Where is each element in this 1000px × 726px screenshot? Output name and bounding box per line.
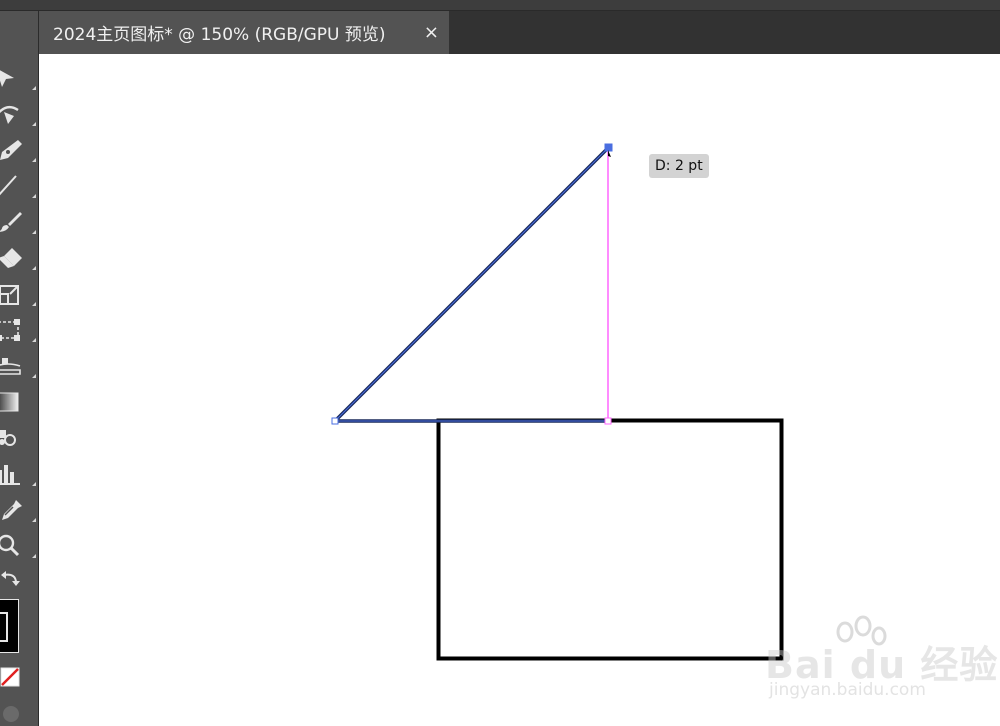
path-selection-highlight: [334, 147, 609, 422]
free-transform-tool[interactable]: [0, 315, 36, 345]
document-tab-title: 2024主页图标* @ 150% (RGB/GPU 预览): [53, 25, 386, 45]
close-icon[interactable]: ×: [424, 11, 439, 54]
document-tab[interactable]: 2024主页图标* @ 150% (RGB/GPU 预览) ×: [39, 11, 449, 54]
scale-icon: [0, 285, 19, 305]
swap-arrow-icon: [1, 571, 20, 586]
anchor-point-corner[interactable]: [604, 417, 612, 425]
anchor-point-active[interactable]: [604, 143, 613, 152]
transform-icon: [0, 319, 20, 341]
eyedropper-tool[interactable]: [0, 495, 36, 525]
shape-builder-icon: [0, 358, 21, 375]
drawing-mode-button[interactable]: [3, 706, 19, 722]
zoom-tool[interactable]: [0, 531, 36, 561]
rectangle-shape[interactable]: [436, 418, 784, 661]
selection-tool[interactable]: [0, 63, 36, 93]
eraser-icon: [0, 248, 22, 268]
document-tab-bar: 2024主页图标* @ 150% (RGB/GPU 预览) ×: [39, 11, 1000, 54]
measure-tooltip: D: 2 pt: [649, 154, 709, 178]
pen-tool[interactable]: [0, 135, 36, 165]
anchor-point-start[interactable]: [331, 417, 339, 425]
tools-panel: [0, 11, 39, 726]
pen-icon: [0, 140, 22, 160]
curvature-tool[interactable]: [0, 99, 36, 129]
symbol-sprayer-icon: [0, 430, 16, 446]
illustrator-window: 2024主页图标* @ 150% (RGB/GPU 预览) × D: 2 pt: [0, 0, 1000, 726]
line-tool[interactable]: [0, 171, 36, 201]
stroke-none-swatch[interactable]: [0, 667, 20, 687]
swap-fill-stroke[interactable]: [0, 567, 30, 591]
fill-color-swatch[interactable]: [0, 599, 19, 653]
control-bar-strip: [0, 0, 1000, 11]
graph-tool[interactable]: [0, 459, 36, 489]
arrow-icon: [0, 70, 14, 87]
eraser-tool[interactable]: [0, 243, 36, 273]
symbol-sprayer-tool[interactable]: [0, 423, 30, 453]
artboard-canvas[interactable]: D: 2 pt Bai du 经验 jingyan.baidu.com: [39, 54, 1000, 726]
brush-icon: [0, 212, 22, 232]
eyedropper-icon: [2, 500, 22, 520]
watermark: Bai du 经验 jingyan.baidu.com: [765, 614, 997, 714]
scale-tool[interactable]: [0, 279, 36, 309]
gradient-tool[interactable]: [0, 387, 30, 417]
curvature-icon: [0, 105, 19, 124]
paintbrush-tool[interactable]: [0, 207, 36, 237]
line-icon: [0, 175, 17, 196]
gradient-icon: [0, 392, 19, 412]
shape-builder-tool[interactable]: [0, 351, 36, 381]
magnifier-icon: [0, 534, 20, 557]
bar-graph-icon: [0, 465, 20, 485]
watermark-url: jingyan.baidu.com: [769, 680, 926, 700]
